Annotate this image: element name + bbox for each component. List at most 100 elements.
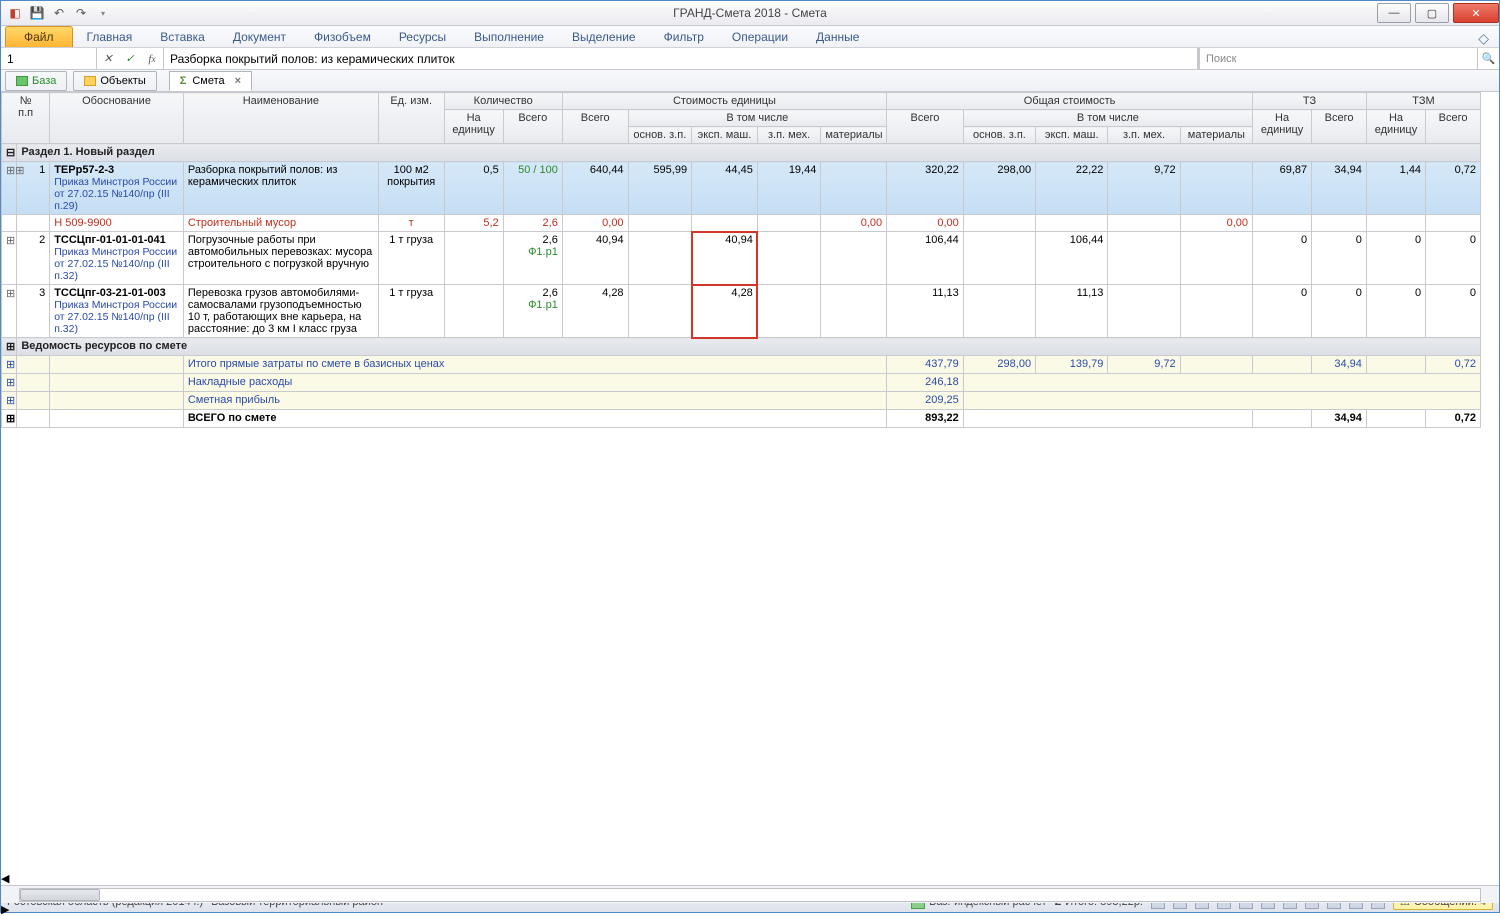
col-unit[interactable]: Ед. изм. [378, 93, 444, 144]
col-osn2[interactable]: основ. з.п. [963, 127, 1035, 144]
col-tz[interactable]: ТЗ [1253, 93, 1367, 110]
col-osn[interactable]: основ. з.п. [628, 127, 692, 144]
row-basis: ТССЦпг-03-21-01-003Приказ Минстроя Росси… [50, 285, 184, 338]
col-uc-incl[interactable]: В том числе [628, 110, 887, 127]
maximize-button[interactable]: ▢ [1415, 3, 1449, 23]
ribbon-tab[interactable]: Главная [73, 27, 147, 47]
expand-icon[interactable]: ⊞ [2, 338, 17, 356]
table-row[interactable]: ⊞ 3 ТССЦпг-03-21-01-003Приказ Минстроя Р… [2, 285, 1481, 338]
col-uc-total[interactable]: Всего [562, 110, 628, 144]
scroll-right-icon[interactable]: ▶ [1, 903, 1499, 916]
nav-toolbar: База Объекты Σ Смета × [1, 70, 1499, 92]
ribbon-tab[interactable]: Фильтр [650, 27, 718, 47]
col-tz-per[interactable]: На единицу [1253, 110, 1312, 144]
section-row[interactable]: ⊞ Ведомость ресурсов по смете [2, 338, 1481, 356]
col-mech2[interactable]: з.п. мех. [1108, 127, 1180, 144]
accept-icon[interactable]: ✓ [119, 48, 141, 69]
col-basis[interactable]: Обоснование [50, 93, 184, 144]
document-tab[interactable]: Σ Смета × [169, 71, 252, 91]
col-tz-tot[interactable]: Всего [1312, 110, 1367, 144]
col-n[interactable]: № п.п [2, 93, 50, 144]
expand-icon[interactable]: ⊞ [2, 374, 17, 392]
c: 0 [1312, 232, 1367, 285]
scroll-left-icon[interactable]: ◀ [1, 872, 1499, 885]
sigma-icon: Σ [180, 75, 187, 87]
collapse-icon[interactable]: ⊟ [2, 144, 17, 162]
footer-row[interactable]: ⊞ Итого прямые затраты по смете в базисн… [2, 356, 1481, 374]
col-mat2[interactable]: материалы [1180, 127, 1252, 144]
qat-menu-icon[interactable]: ▾ [95, 5, 111, 21]
col-tzm[interactable]: ТЗМ [1366, 93, 1480, 110]
c: 0,00 [1180, 215, 1252, 232]
col-qty[interactable]: Количество [444, 93, 562, 110]
scroll-thumb[interactable] [20, 889, 100, 901]
ribbon-tab[interactable]: Физобъем [300, 27, 385, 47]
c: 44,45 [692, 162, 758, 215]
ribbon-tab[interactable]: Операции [718, 27, 802, 47]
ribbon-tab[interactable]: Выделение [558, 27, 650, 47]
col-qty-tot[interactable]: Всего [503, 110, 562, 144]
search-button[interactable]: 🔍 [1477, 48, 1499, 69]
col-tzm-per[interactable]: На единицу [1366, 110, 1425, 144]
table-row[interactable]: ⊞⊞ 1 ТЕРр57-2-3Приказ Минстроя России от… [2, 162, 1481, 215]
col-unitcost[interactable]: Стоимость единицы [562, 93, 886, 110]
c: 320,22 [887, 162, 964, 215]
expand-icon[interactable]: ⊞ [2, 232, 17, 285]
fx-icon[interactable]: fx [141, 48, 163, 69]
c: 298,00 [963, 356, 1035, 374]
col-tzm-tot[interactable]: Всего [1426, 110, 1481, 144]
ribbon-tab[interactable]: Документ [219, 27, 300, 47]
minimize-button[interactable]: — [1377, 3, 1411, 23]
table-row[interactable]: Н 509-9900 Строительный мусор т 5,2 2,6 … [2, 215, 1481, 232]
col-eksp2[interactable]: эксп. маш. [1036, 127, 1108, 144]
table-row[interactable]: ⊞ 2 ТССЦпг-01-01-01-041Приказ Минстроя Р… [2, 232, 1481, 285]
ribbon-file[interactable]: Файл [5, 26, 73, 47]
footer-label: Сметная прибыль [183, 392, 886, 410]
highlighted-cell[interactable]: 40,94 [692, 232, 758, 285]
h-scrollbar[interactable]: ◀ ▶ [1, 872, 1499, 890]
ribbon-help-icon[interactable]: ◇ [1478, 30, 1499, 47]
col-mech[interactable]: з.п. мех. [757, 127, 821, 144]
expand-icon[interactable]: ⊞ [2, 392, 17, 410]
footer-row[interactable]: ⊞ Накладные расходы 246,18 [2, 374, 1481, 392]
expand-icon[interactable]: ⊞ [2, 356, 17, 374]
close-button[interactable]: ✕ [1453, 3, 1499, 23]
footer-row[interactable]: ⊞ Сметная прибыль 209,25 [2, 392, 1481, 410]
ribbon-tab[interactable]: Выполнение [460, 27, 558, 47]
ribbon-tab[interactable]: Вставка [146, 27, 219, 47]
col-name[interactable]: Наименование [183, 93, 378, 144]
undo-icon[interactable]: ↶ [51, 5, 67, 21]
estimate-table[interactable]: № п.п Обоснование Наименование Ед. изм. … [1, 92, 1481, 428]
close-tab-icon[interactable]: × [235, 75, 241, 87]
redo-icon[interactable]: ↷ [73, 5, 89, 21]
formula-text[interactable]: Разборка покрытий полов: из керамических… [164, 52, 1197, 66]
c [821, 162, 887, 215]
search-input[interactable]: Поиск [1197, 48, 1477, 69]
objects-button[interactable]: Объекты [73, 71, 156, 91]
cancel-icon[interactable]: ✕ [97, 48, 119, 69]
expand-icon[interactable]: ⊞ [2, 410, 17, 428]
section-row[interactable]: ⊟ Раздел 1. Новый раздел [2, 144, 1481, 162]
c: 2,6Ф1.р1 [503, 232, 562, 285]
c: 40,94 [562, 232, 628, 285]
col-tc-total[interactable]: Всего [887, 110, 964, 144]
highlighted-cell[interactable]: 4,28 [692, 285, 758, 338]
cell-ref[interactable]: 1 [1, 48, 97, 69]
save-icon[interactable]: 💾 [29, 5, 45, 21]
ribbon-tab[interactable]: Ресурсы [385, 27, 460, 47]
expand-icon[interactable]: ⊞ [6, 165, 15, 177]
base-button[interactable]: База [5, 71, 67, 91]
ribbon-tab[interactable]: Данные [802, 27, 873, 47]
expand-icon[interactable]: ⊞ [15, 165, 24, 177]
col-eksp[interactable]: эксп. маш. [692, 127, 758, 144]
col-tc-incl[interactable]: В том числе [963, 110, 1252, 127]
row-name: Строительный мусор [183, 215, 378, 232]
footer-label: Итого прямые затраты по смете в базисных… [183, 356, 886, 374]
col-mat[interactable]: материалы [821, 127, 887, 144]
footer-row-total[interactable]: ⊞ ВСЕГО по смете 893,22 34,94 0,72 [2, 410, 1481, 428]
expand-icon[interactable]: ⊞ [2, 285, 17, 338]
row-qty-formula: 50 / 100 [503, 162, 562, 215]
col-totalcost[interactable]: Общая стоимость [887, 93, 1253, 110]
col-qty-per[interactable]: На единицу [444, 110, 503, 144]
c: 11,13 [1036, 285, 1108, 338]
